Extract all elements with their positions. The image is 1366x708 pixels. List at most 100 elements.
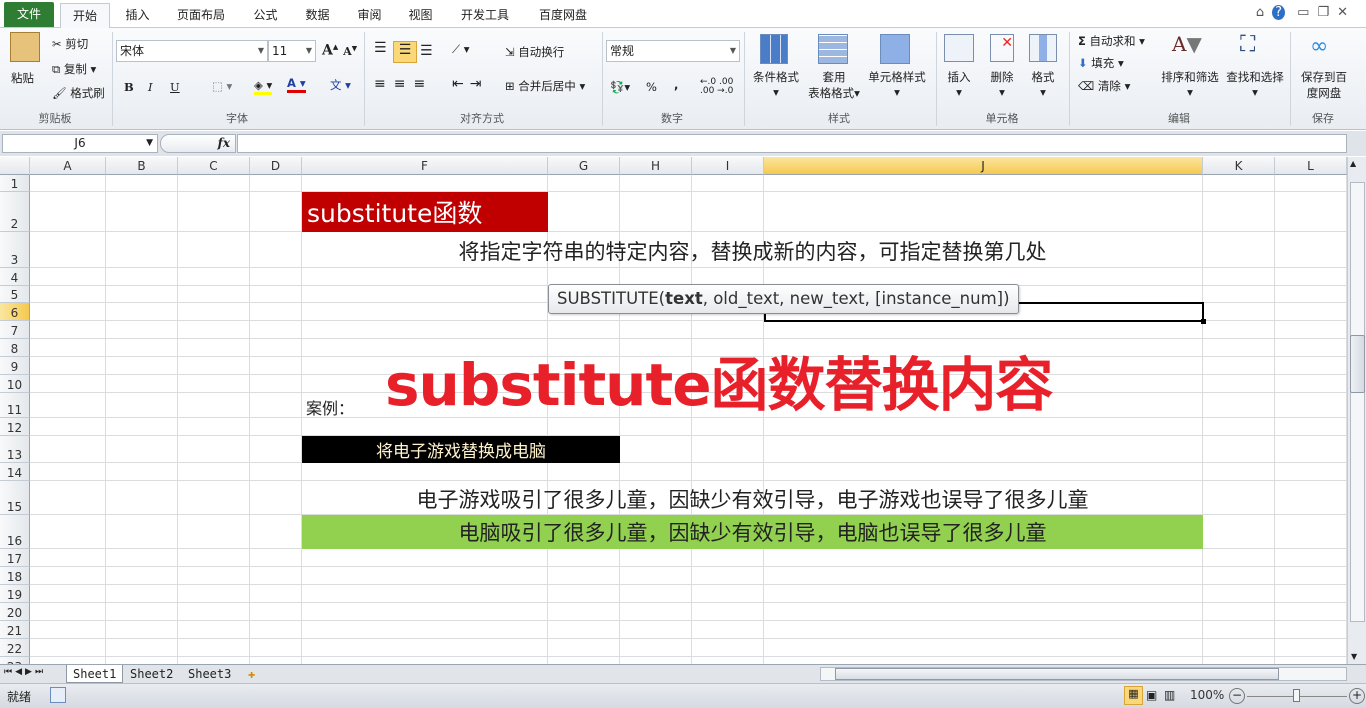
- tab-page-layout[interactable]: 页面布局: [167, 3, 235, 28]
- sheet-tab-1[interactable]: Sheet1: [66, 665, 124, 683]
- align-bottom-icon[interactable]: ☰: [420, 43, 433, 59]
- row-header-6[interactable]: 6: [0, 303, 30, 321]
- row-header-23[interactable]: 23: [0, 657, 30, 664]
- zoom-slider-thumb[interactable]: [1293, 689, 1300, 702]
- cell-f16[interactable]: 电脑吸引了很多儿童，因缺少有效引导，电脑也误导了很多儿童: [302, 515, 1203, 549]
- column-header-h[interactable]: H: [620, 157, 692, 175]
- column-header-f[interactable]: F: [302, 157, 548, 175]
- column-header-l[interactable]: L: [1275, 157, 1347, 175]
- grow-font-icon[interactable]: A▲ A▼: [322, 42, 357, 59]
- tab-insert[interactable]: 插入: [115, 3, 160, 28]
- comma-button[interactable]: ,: [674, 78, 678, 92]
- tab-formulas[interactable]: 公式: [243, 3, 288, 28]
- tab-review[interactable]: 审阅: [347, 3, 392, 28]
- tab-home[interactable]: 开始: [60, 3, 110, 28]
- sheet-nav-icons[interactable]: ⏮◀▶⏭: [4, 667, 46, 677]
- percent-button[interactable]: %: [646, 80, 657, 94]
- horizontal-scrollbar[interactable]: [820, 667, 1347, 681]
- underline-button[interactable]: U: [170, 80, 180, 94]
- page-break-view-icon[interactable]: ▥: [1164, 688, 1175, 702]
- column-header-c[interactable]: C: [178, 157, 250, 175]
- restore-icon[interactable]: ❐: [1317, 5, 1337, 20]
- border-icon[interactable]: ⬚ ▾: [212, 79, 232, 93]
- italic-button[interactable]: I: [148, 80, 153, 94]
- zoom-out-icon[interactable]: −: [1229, 688, 1245, 704]
- column-header-g[interactable]: G: [548, 157, 620, 175]
- row-header-3[interactable]: 3: [0, 232, 30, 268]
- row-header-12[interactable]: 12: [0, 418, 30, 436]
- format-cells-button[interactable]: 格式 ▾: [1030, 69, 1056, 99]
- sheet-tab-3[interactable]: Sheet3: [182, 665, 237, 683]
- cut-button[interactable]: ✂ 剪切: [52, 36, 88, 52]
- row-header-2[interactable]: 2: [0, 192, 30, 232]
- cell-f15[interactable]: 电子游戏吸引了很多儿童，因缺少有效引导，电子游戏也误导了很多儿童: [302, 482, 1203, 515]
- merge-center-button[interactable]: ⊞ 合并后居中 ▾: [505, 78, 585, 94]
- row-header-1[interactable]: 1: [0, 175, 30, 192]
- h-scroll-thumb[interactable]: [835, 668, 1279, 680]
- vertical-scrollbar[interactable]: ▲ ▼: [1347, 157, 1366, 664]
- align-middle-icon[interactable]: ☰: [393, 41, 417, 63]
- row-header-21[interactable]: 21: [0, 621, 30, 639]
- bold-button[interactable]: B: [124, 80, 134, 94]
- row-header-19[interactable]: 19: [0, 585, 30, 603]
- tab-view[interactable]: 视图: [398, 3, 443, 28]
- minimize-icon[interactable]: ▭: [1297, 5, 1317, 20]
- tab-baidu[interactable]: 百度网盘: [528, 3, 598, 28]
- window-controls[interactable]: ⌂? ▭❐✕: [1256, 5, 1356, 20]
- delete-cells-button[interactable]: 删除 ▾: [988, 69, 1016, 99]
- select-all-corner[interactable]: [0, 157, 30, 175]
- macro-record-icon[interactable]: [50, 687, 66, 703]
- font-size-select[interactable]: 11 ▼: [268, 40, 316, 62]
- normal-view-icon[interactable]: ▦: [1124, 686, 1143, 705]
- cell-f3[interactable]: 将指定字符串的特定内容，替换成新的内容，可指定替换第几处: [302, 234, 1203, 268]
- close-icon[interactable]: ✕: [1337, 5, 1356, 20]
- zoom-in-icon[interactable]: +: [1349, 688, 1365, 704]
- fill-button[interactable]: ⬇ 填充 ▾: [1078, 55, 1124, 71]
- font-color-icon[interactable]: A ▾: [287, 76, 306, 93]
- name-box[interactable]: J6 ▼: [2, 134, 158, 153]
- decimal-icons[interactable]: ←.0 .00.00 →.0: [700, 78, 733, 96]
- fill-handle[interactable]: [1201, 319, 1206, 324]
- cell-f13[interactable]: 将电子游戏替换成电脑: [302, 436, 620, 463]
- row-header-22[interactable]: 22: [0, 639, 30, 657]
- tab-file[interactable]: 文件: [4, 2, 54, 27]
- row-header-5[interactable]: 5: [0, 286, 30, 303]
- align-top-icon[interactable]: ☰: [374, 40, 387, 56]
- orientation-icon[interactable]: ⟋ ▾: [452, 42, 469, 57]
- row-header-17[interactable]: 17: [0, 549, 30, 567]
- minimize-ribbon-icon[interactable]: ⌂: [1256, 5, 1272, 20]
- row-header-10[interactable]: 10: [0, 375, 30, 393]
- fill-color-icon[interactable]: ◈ ▾: [254, 78, 273, 95]
- conditional-format-button[interactable]: 条件格式 ▾: [752, 69, 800, 99]
- column-header-d[interactable]: D: [250, 157, 302, 175]
- clear-button[interactable]: ⌫ 清除 ▾: [1078, 78, 1130, 94]
- scroll-up-icon[interactable]: ▲: [1350, 159, 1356, 168]
- row-header-20[interactable]: 20: [0, 603, 30, 621]
- sheet-tab-2[interactable]: Sheet2: [124, 665, 179, 683]
- phonetic-icon[interactable]: 文 ▾: [330, 77, 351, 93]
- insert-cells-button[interactable]: 插入 ▾: [946, 69, 972, 99]
- sort-filter-button[interactable]: 排序和筛选 ▾: [1160, 69, 1220, 99]
- paste-icon[interactable]: [10, 32, 40, 62]
- autosum-button[interactable]: Σ 自动求和 ▾: [1078, 33, 1145, 49]
- column-header-i[interactable]: I: [692, 157, 764, 175]
- number-format-select[interactable]: 常规 ▼: [606, 40, 740, 62]
- scroll-thumb[interactable]: [1350, 335, 1365, 393]
- column-header-k[interactable]: K: [1203, 157, 1275, 175]
- format-painter-button[interactable]: 🖌 格式刷: [52, 85, 105, 101]
- formula-input[interactable]: [237, 134, 1347, 153]
- row-header-18[interactable]: 18: [0, 567, 30, 585]
- page-layout-view-icon[interactable]: ▣: [1146, 688, 1157, 702]
- insert-function-button[interactable]: fx: [160, 134, 236, 153]
- column-header-a[interactable]: A: [30, 157, 106, 175]
- font-name-select[interactable]: 宋体 ▼: [116, 40, 268, 62]
- wrap-text-button[interactable]: ⇲ 自动换行: [505, 44, 564, 60]
- insert-sheet-icon[interactable]: ✚: [242, 665, 261, 683]
- column-header-j[interactable]: J: [764, 157, 1203, 175]
- scroll-down-icon[interactable]: ▼: [1351, 652, 1357, 661]
- row-header-4[interactable]: 4: [0, 268, 30, 286]
- column-header-b[interactable]: B: [106, 157, 178, 175]
- cell-f2[interactable]: substitute函数: [302, 192, 548, 232]
- row-header-14[interactable]: 14: [0, 463, 30, 481]
- cell-f11[interactable]: 案例：: [306, 395, 354, 418]
